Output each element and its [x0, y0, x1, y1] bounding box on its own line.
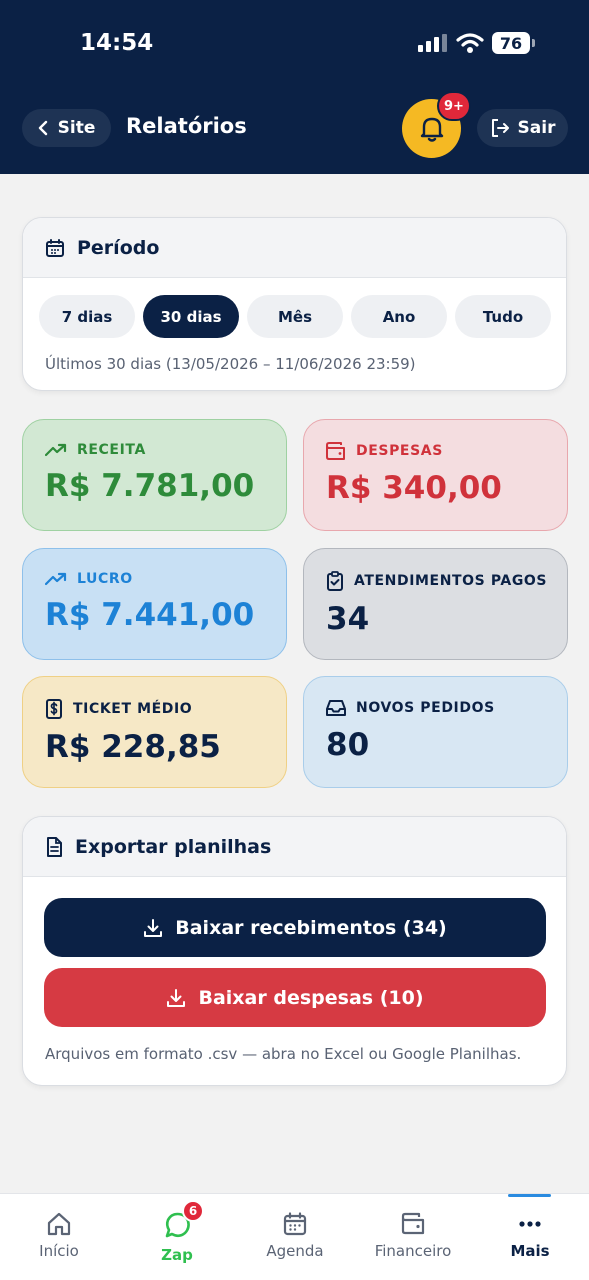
download-icon	[144, 918, 163, 937]
export-header: Exportar planilhas	[23, 817, 566, 877]
stat-label: LUCRO	[77, 571, 133, 587]
stat-label: RECEITA	[77, 442, 146, 458]
wallet-icon	[401, 1212, 425, 1235]
stat-card-despesas: DESPESAS R$ 340,00	[303, 419, 568, 531]
bell-icon	[420, 117, 443, 142]
wifi-icon	[456, 33, 484, 53]
stat-value: R$ 228,85	[45, 729, 221, 765]
stat-card-novos-pedidos: NOVOS PEDIDOS 80	[303, 676, 568, 788]
page-title: Relatórios	[126, 114, 247, 138]
stat-value: 34	[326, 601, 370, 637]
stat-value: R$ 7.441,00	[45, 597, 255, 633]
period-title: Período	[77, 236, 160, 259]
notification-badge: 9+	[437, 91, 471, 121]
export-note: Arquivos em formato .csv — abra no Excel…	[45, 1045, 522, 1063]
stat-label: DESPESAS	[356, 443, 443, 459]
stat-value: R$ 7.781,00	[45, 468, 255, 504]
logout-label: Sair	[517, 118, 556, 138]
nav-item-zap[interactable]: Zap	[118, 1194, 236, 1280]
download-expenses-label: Baixar despesas (10)	[198, 986, 424, 1009]
nav-item-inicio[interactable]: Início	[0, 1194, 118, 1280]
export-title: Exportar planilhas	[75, 835, 272, 858]
stat-value: R$ 340,00	[326, 470, 502, 506]
inbox-icon	[326, 700, 346, 716]
app-header: 14:54 76 Site Relatórios 9+ Sair	[0, 0, 589, 174]
nav-item-financeiro[interactable]: Financeiro	[354, 1194, 472, 1280]
download-receipts-label: Baixar recebimentos (34)	[175, 916, 447, 939]
period-option-30-dias[interactable]: 30 dias	[143, 295, 239, 338]
export-card: Exportar planilhas Baixar recebimentos (…	[22, 816, 567, 1086]
nav-label: Financeiro	[374, 1242, 452, 1260]
logout-icon	[491, 119, 509, 137]
period-option-tudo[interactable]: Tudo	[455, 295, 551, 338]
battery-indicator: 76	[492, 32, 535, 54]
clipboard-check-icon	[327, 571, 343, 591]
back-label: Site	[57, 118, 96, 138]
stat-card-receita: RECEITA R$ 7.781,00	[22, 419, 287, 531]
calendar-icon	[283, 1212, 307, 1236]
period-option-7-dias[interactable]: 7 dias	[39, 295, 135, 338]
logout-button[interactable]: Sair	[477, 109, 568, 147]
stat-label: TICKET MÉDIO	[73, 701, 193, 717]
trending-up-icon	[45, 572, 67, 586]
calendar-icon	[46, 238, 64, 257]
period-option-mes[interactable]: Mês	[247, 295, 343, 338]
bottom-nav: Início Zap Agenda Financeiro Mais	[0, 1193, 589, 1280]
stat-label: ATENDIMENTOS PAGOS	[354, 573, 548, 589]
nav-item-agenda[interactable]: Agenda	[236, 1194, 354, 1280]
receipt-dollar-icon	[46, 699, 62, 719]
document-icon	[47, 836, 62, 857]
back-to-site-button[interactable]: Site	[22, 109, 111, 147]
download-receipts-button[interactable]: Baixar recebimentos (34)	[44, 898, 546, 957]
period-header: Período	[23, 218, 566, 278]
status-time: 14:54	[80, 30, 154, 56]
signal-icon	[418, 34, 448, 52]
stat-card-atendimentos: ATENDIMENTOS PAGOS 34	[303, 548, 568, 660]
stat-card-ticket-medio: TICKET MÉDIO R$ 228,85	[22, 676, 287, 788]
home-icon	[47, 1212, 71, 1236]
chevron-left-icon	[38, 120, 47, 136]
wallet-icon	[326, 442, 345, 460]
period-card: Período 7 dias 30 dias Mês Ano Tudo Últi…	[22, 217, 567, 391]
period-selector: 7 dias 30 dias Mês Ano Tudo	[39, 295, 551, 338]
nav-label: Início	[39, 1242, 79, 1260]
trending-up-icon	[45, 443, 67, 457]
nav-label: Zap	[161, 1246, 193, 1264]
nav-label: Mais	[510, 1242, 550, 1260]
download-expenses-button[interactable]: Baixar despesas (10)	[44, 968, 546, 1027]
nav-label: Agenda	[266, 1242, 324, 1260]
zap-badge: 6	[182, 1200, 204, 1222]
more-icon	[519, 1221, 541, 1227]
stat-label: NOVOS PEDIDOS	[356, 700, 495, 716]
period-option-ano[interactable]: Ano	[351, 295, 447, 338]
download-icon	[167, 988, 186, 1007]
stat-card-lucro: LUCRO R$ 7.441,00	[22, 548, 287, 660]
nav-item-mais[interactable]: Mais	[471, 1194, 589, 1280]
stat-value: 80	[326, 727, 370, 763]
period-summary: Últimos 30 dias (13/05/2026 – 11/06/2026…	[45, 355, 416, 373]
